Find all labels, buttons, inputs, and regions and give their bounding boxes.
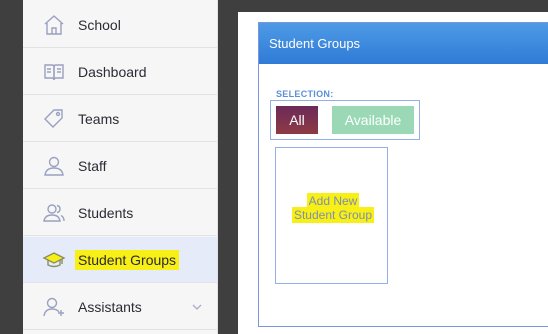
sidebar-item-staff[interactable]: Staff — [23, 143, 217, 189]
book-icon — [44, 64, 64, 81]
user-icon — [44, 156, 64, 176]
all-button[interactable]: All — [276, 106, 318, 134]
chevron-down-icon[interactable] — [191, 301, 203, 313]
home-icon — [44, 15, 64, 35]
selection-toggle-group: All Available — [270, 100, 420, 140]
sidebar-item-label: Student Groups — [75, 249, 180, 270]
graduation-cap-icon — [42, 252, 66, 268]
sidebar-item-dashboard[interactable]: Dashboard — [23, 49, 217, 95]
student-groups-panel: Student Groups SELECTION: All Available … — [258, 22, 548, 327]
sidebar-item-students[interactable]: Students — [23, 190, 217, 236]
available-button[interactable]: Available — [332, 106, 414, 134]
tag-icon — [44, 109, 63, 128]
sidebar: School Dashboard Teams Staff Students St… — [23, 0, 218, 334]
panel-header: Student Groups — [259, 23, 548, 64]
sidebar-item-assistants[interactable]: Assistants — [23, 284, 217, 330]
user-plus-icon — [43, 297, 64, 317]
add-new-student-group-card[interactable]: Add New Student Group — [275, 147, 388, 284]
sidebar-item-label: Assistants — [78, 298, 142, 315]
sidebar-item-label: Dashboard — [78, 63, 147, 80]
sidebar-item-label: School — [78, 16, 121, 33]
sidebar-item-student-groups[interactable]: Student Groups — [23, 237, 217, 283]
add-card-line2: Student Group — [291, 207, 375, 223]
sidebar-item-label: Students — [78, 204, 134, 221]
add-new-student-group-label: Add New Student Group — [288, 193, 378, 223]
sidebar-item-label: Teams — [78, 110, 120, 127]
selection-label: SELECTION: — [276, 89, 334, 99]
sidebar-item-label: Staff — [78, 157, 107, 174]
sidebar-item-school[interactable]: School — [23, 2, 217, 48]
users-icon — [43, 204, 65, 222]
sidebar-item-teams[interactable]: Teams — [23, 96, 217, 142]
panel-title: Student Groups — [269, 36, 361, 51]
